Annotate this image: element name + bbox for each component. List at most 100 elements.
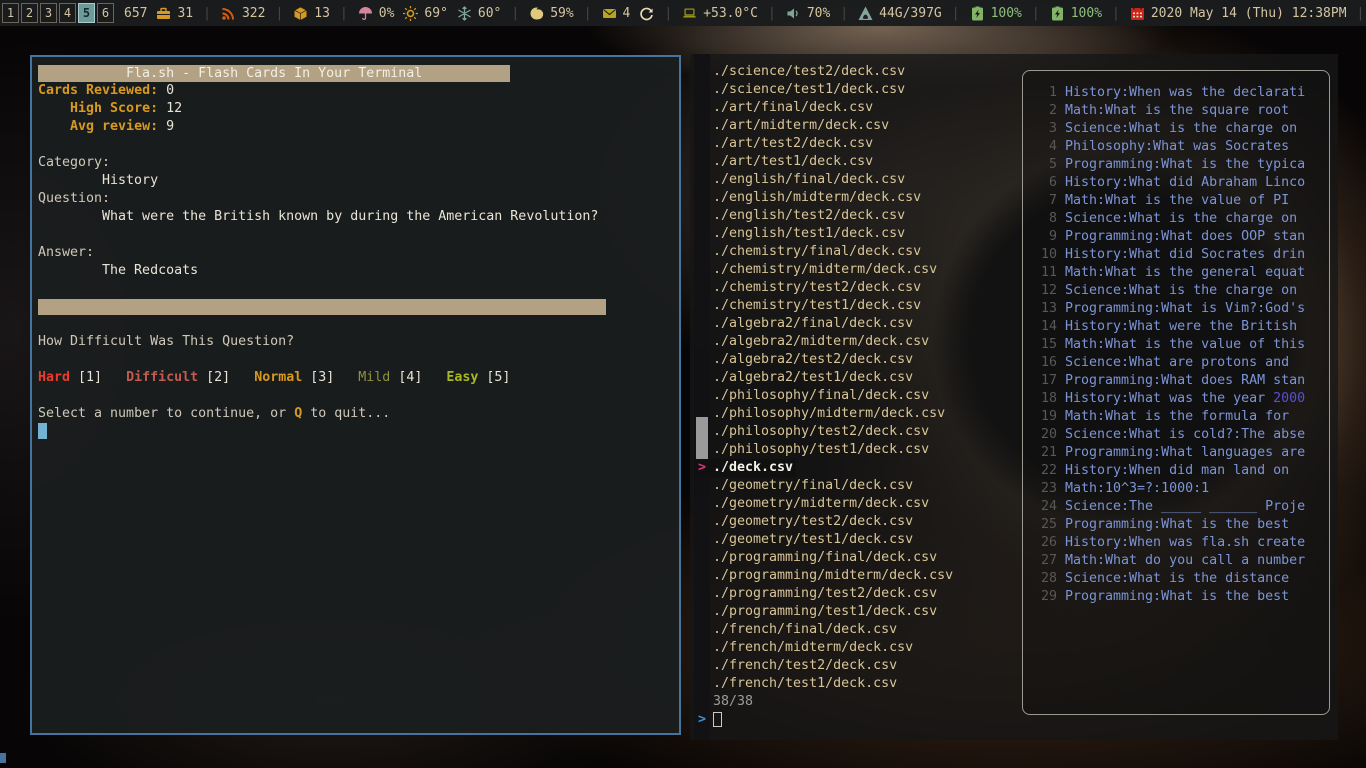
preview-line: 3Science:What is the charge on: [1041, 120, 1323, 138]
file-row[interactable]: ./programming/final/deck.csv: [690, 549, 1030, 567]
fzf-prompt-row[interactable]: >: [690, 711, 1030, 729]
preview-line: 14History:What were the British: [1041, 318, 1323, 336]
mail-icon: [602, 6, 617, 21]
file-path: ./french/test2/deck.csv: [713, 658, 897, 673]
preview-line: 7Math:What is the value of PI: [1041, 192, 1323, 210]
workspace-3[interactable]: 3: [40, 3, 57, 23]
file-path: ./chemistry/final/deck.csv: [713, 244, 921, 259]
deck-finder-terminal-window[interactable]: ./science/test2/deck.csv ./science/test1/…: [690, 54, 1338, 740]
preview-line: 20Science:What is cold?:The abse: [1041, 426, 1323, 444]
file-path: ./english/final/deck.csv: [713, 172, 905, 187]
package-icon: [293, 6, 308, 21]
file-row[interactable]: ./french/test2/deck.csv: [690, 657, 1030, 675]
preview-line: 26History:When was fla.sh create: [1041, 534, 1323, 552]
file-path: ./geometry/test2/deck.csv: [713, 514, 913, 529]
file-row[interactable]: ./art/final/deck.csv: [690, 99, 1030, 117]
answer-text: The Redcoats: [38, 262, 679, 280]
file-row[interactable]: ./algebra2/test2/deck.csv: [690, 351, 1030, 369]
file-row[interactable]: ./chemistry/test1/deck.csv: [690, 297, 1030, 315]
file-row[interactable]: ./english/test2/deck.csv: [690, 207, 1030, 225]
difficulty-key: [3]: [302, 370, 358, 385]
file-row[interactable]: ./geometry/test2/deck.csv: [690, 513, 1030, 531]
answer-label: Answer:: [38, 244, 679, 262]
file-row[interactable]: ./algebra2/midterm/deck.csv: [690, 333, 1030, 351]
file-row[interactable]: ./algebra2/final/deck.csv: [690, 315, 1030, 333]
file-path: ./science/test1/deck.csv: [713, 82, 905, 97]
file-row[interactable]: ./philosophy/final/deck.csv: [690, 387, 1030, 405]
file-row[interactable]: ./programming/midterm/deck.csv: [690, 567, 1030, 585]
status-value: 2020 May 14 (Thu) 12:38PM: [1151, 6, 1347, 21]
status-value: 70%: [807, 6, 830, 21]
quit-key: Q: [294, 406, 302, 421]
status-value: 0%: [379, 6, 395, 21]
file-row[interactable]: ./art/test2/deck.csv: [690, 135, 1030, 153]
file-path: ./geometry/test1/deck.csv: [713, 532, 913, 547]
preview-line: 4Philosophy:What was Socrates: [1041, 138, 1323, 156]
preview-line: 11Math:What is the general equat: [1041, 264, 1323, 282]
status-value: 657: [124, 6, 147, 21]
rss-icon: [221, 6, 236, 21]
category-value: History: [38, 172, 679, 190]
file-row[interactable]: ./science/test2/deck.csv: [690, 63, 1030, 81]
file-path: ./programming/midterm/deck.csv: [713, 568, 953, 583]
file-path: ./science/test2/deck.csv: [713, 64, 905, 79]
separator: |: [1357, 6, 1365, 21]
file-row-selected[interactable]: >./deck.csv: [690, 459, 1030, 477]
difficulty-prompt: How Difficult Was This Question?: [38, 333, 679, 351]
separator: |: [1032, 6, 1040, 21]
workspace-6[interactable]: 6: [97, 3, 114, 23]
preview-line: 21Programming:What languages are: [1041, 444, 1323, 462]
file-row[interactable]: ./french/test1/deck.csv: [690, 675, 1030, 693]
preview-line: 13Programming:What is Vim?:God's: [1041, 300, 1323, 318]
file-row[interactable]: ./science/test1/deck.csv: [690, 81, 1030, 99]
file-path: ./geometry/final/deck.csv: [713, 478, 913, 493]
file-row[interactable]: ./geometry/midterm/deck.csv: [690, 495, 1030, 513]
workspace-1[interactable]: 1: [2, 3, 19, 23]
file-row[interactable]: ./english/test1/deck.csv: [690, 225, 1030, 243]
difficulty-key: [1]: [70, 370, 126, 385]
file-row[interactable]: ./programming/test1/deck.csv: [690, 603, 1030, 621]
preview-line: 19Math:What is the formula for: [1041, 408, 1323, 426]
file-row[interactable]: ./french/final/deck.csv: [690, 621, 1030, 639]
status-segment: 657: [124, 6, 147, 21]
file-path: ./art/test2/deck.csv: [713, 136, 873, 151]
file-row[interactable]: ./chemistry/midterm/deck.csv: [690, 261, 1030, 279]
file-row[interactable]: ./algebra2/test1/deck.csv: [690, 369, 1030, 387]
file-path: ./english/test2/deck.csv: [713, 208, 905, 223]
preview-line: 2Math:What is the square root: [1041, 102, 1323, 120]
status-segment: +53.0°C: [682, 6, 758, 21]
preview-line: 12Science:What is the charge on: [1041, 282, 1323, 300]
difficulty-key: [2]: [198, 370, 254, 385]
status-segment: 0%: [358, 6, 395, 21]
preview-line: 17Programming:What does RAM stan: [1041, 372, 1323, 390]
file-row[interactable]: ./geometry/test1/deck.csv: [690, 531, 1030, 549]
workspace-4[interactable]: 4: [59, 3, 76, 23]
status-bar: 123456 65731|322|13|0%69°60°|59%|4|+53.0…: [0, 0, 1366, 26]
file-row[interactable]: ./english/midterm/deck.csv: [690, 189, 1030, 207]
refresh-icon: [639, 6, 654, 21]
file-path: ./algebra2/midterm/deck.csv: [713, 334, 929, 349]
file-path: ./algebra2/test1/deck.csv: [713, 370, 913, 385]
calendar-icon: [1130, 6, 1145, 21]
file-row[interactable]: ./programming/test2/deck.csv: [690, 585, 1030, 603]
file-row[interactable]: ./english/final/deck.csv: [690, 171, 1030, 189]
flashcard-terminal-window[interactable]: Fla.sh - Flash Cards In Your Terminal Ca…: [30, 55, 681, 735]
file-row[interactable]: ./philosophy/test2/deck.csv: [690, 423, 1030, 441]
workspace-2[interactable]: 2: [21, 3, 38, 23]
file-row[interactable]: ./chemistry/final/deck.csv: [690, 243, 1030, 261]
file-row[interactable]: ./art/midterm/deck.csv: [690, 117, 1030, 135]
file-row[interactable]: ./french/midterm/deck.csv: [690, 639, 1030, 657]
file-row[interactable]: ./philosophy/midterm/deck.csv: [690, 405, 1030, 423]
separator: |: [275, 6, 283, 21]
separator: |: [1112, 6, 1120, 21]
file-path: ./english/midterm/deck.csv: [713, 190, 921, 205]
snowflake-icon: [457, 6, 472, 21]
file-path: ./english/test1/deck.csv: [713, 226, 905, 241]
file-row[interactable]: ./geometry/final/deck.csv: [690, 477, 1030, 495]
file-row[interactable]: ./philosophy/test1/deck.csv: [690, 441, 1030, 459]
file-row[interactable]: ./chemistry/test2/deck.csv: [690, 279, 1030, 297]
preview-line: 28Science:What is the distance: [1041, 570, 1323, 588]
workspace-5[interactable]: 5: [78, 3, 95, 23]
arch-icon: [858, 6, 873, 21]
file-row[interactable]: ./art/test1/deck.csv: [690, 153, 1030, 171]
